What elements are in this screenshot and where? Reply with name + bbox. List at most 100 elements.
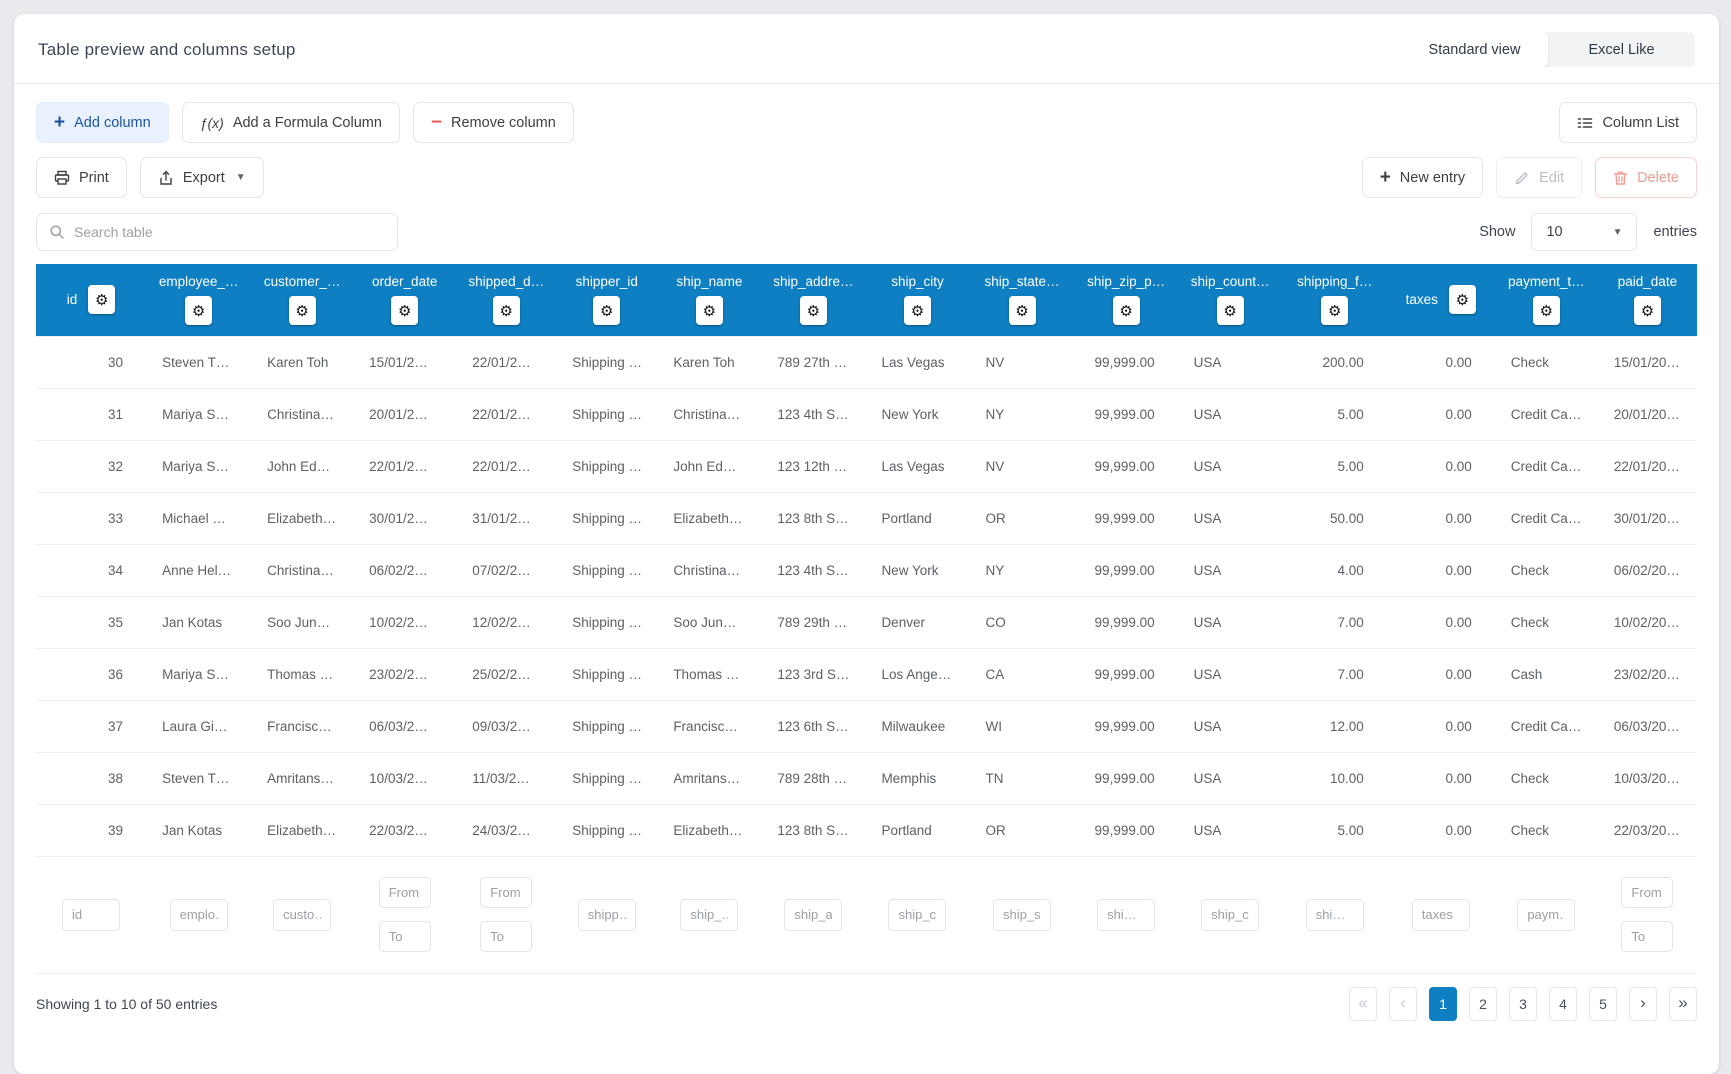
filter-input-shipper_id[interactable] xyxy=(578,899,636,931)
cell-ship_city: Milwaukee xyxy=(865,700,969,752)
filter-from-input-shipped_date[interactable] xyxy=(480,877,532,908)
filter-input-ship_name[interactable] xyxy=(680,899,738,931)
table-row[interactable]: 32Mariya S…John Ed…22/01/2…22/01/2…Shipp… xyxy=(36,440,1697,492)
previous-page-button[interactable]: ‹ xyxy=(1389,987,1417,1021)
cell-ship_address: 123 6th S… xyxy=(761,700,865,752)
view-mode-toggle: Standard view Excel Like xyxy=(1401,32,1695,67)
table-row[interactable]: 35Jan KotasSoo Jun…10/02/2…12/02/2…Shipp… xyxy=(36,596,1697,648)
filter-to-input-shipped_date[interactable] xyxy=(480,921,532,952)
cell-ship_state: NV xyxy=(970,336,1075,388)
table-row[interactable]: 37Laura Gi…Francisc…06/03/2…09/03/2…Ship… xyxy=(36,700,1697,752)
column-settings-gear-icon[interactable]: ⚙ xyxy=(1217,296,1244,325)
new-entry-button[interactable]: + New entry xyxy=(1362,157,1483,198)
search-input[interactable] xyxy=(74,224,385,240)
table-row[interactable]: 38Steven T…Amritans…10/03/2…11/03/2…Ship… xyxy=(36,752,1697,804)
page-4-button[interactable]: 4 xyxy=(1549,987,1577,1021)
column-settings-gear-icon[interactable]: ⚙ xyxy=(1533,296,1560,325)
cell-payment_type: Check xyxy=(1495,596,1598,648)
column-filter-row xyxy=(36,856,1697,973)
delete-button[interactable]: Delete xyxy=(1595,157,1697,198)
filter-input-employee[interactable] xyxy=(170,899,228,931)
filter-input-id[interactable] xyxy=(62,899,120,931)
column-settings-gear-icon[interactable]: ⚙ xyxy=(904,296,931,325)
cell-ship_zip: 99,999.00 xyxy=(1075,544,1178,596)
column-settings-gear-icon[interactable]: ⚙ xyxy=(88,285,115,314)
filter-input-customer[interactable] xyxy=(273,899,331,931)
table-row[interactable]: 30Steven T…Karen Toh15/01/2…22/01/2…Ship… xyxy=(36,336,1697,388)
table-row[interactable]: 36Mariya S…Thomas …23/02/2…25/02/2…Shipp… xyxy=(36,648,1697,700)
column-settings-gear-icon[interactable]: ⚙ xyxy=(800,296,827,325)
page-5-button[interactable]: 5 xyxy=(1589,987,1617,1021)
column-settings-gear-icon[interactable]: ⚙ xyxy=(289,296,316,325)
edit-button[interactable]: Edit xyxy=(1496,157,1582,198)
table-row[interactable]: 39Jan KotasElizabeth…22/03/2…24/03/2…Shi… xyxy=(36,804,1697,856)
cell-taxes: 0.00 xyxy=(1387,752,1495,804)
cell-taxes: 0.00 xyxy=(1387,804,1495,856)
filter-input-ship_state[interactable] xyxy=(993,899,1051,931)
filter-from-input-order_date[interactable] xyxy=(379,877,431,908)
column-settings-gear-icon[interactable]: ⚙ xyxy=(1113,296,1140,325)
cell-shipped_date: 31/01/2… xyxy=(456,492,556,544)
filter-input-ship_zip[interactable] xyxy=(1097,899,1155,931)
cell-ship_zip: 99,999.00 xyxy=(1075,648,1178,700)
column-settings-gear-icon[interactable]: ⚙ xyxy=(696,296,723,325)
column-list-button[interactable]: Column List xyxy=(1559,102,1697,143)
column-settings-gear-icon[interactable]: ⚙ xyxy=(493,296,520,325)
cell-payment_type: Check xyxy=(1495,752,1598,804)
remove-column-button[interactable]: − Remove column xyxy=(413,102,574,143)
add-formula-column-button[interactable]: ƒ(x) Add a Formula Column xyxy=(182,102,400,143)
cell-ship_name: Soo Jun… xyxy=(657,596,761,648)
filter-cell-ship_zip xyxy=(1075,856,1178,973)
page-size-select[interactable]: 10 ▼ xyxy=(1531,213,1637,251)
plus-icon: + xyxy=(1380,168,1391,187)
column-settings-gear-icon[interactable]: ⚙ xyxy=(593,296,620,325)
add-column-button[interactable]: + Add column xyxy=(36,102,169,143)
cell-taxes: 0.00 xyxy=(1387,440,1495,492)
filter-input-ship_city[interactable] xyxy=(888,899,946,931)
cell-employee: Mariya S… xyxy=(146,648,251,700)
page-1-button[interactable]: 1 xyxy=(1429,987,1457,1021)
column-settings-gear-icon[interactable]: ⚙ xyxy=(1321,296,1348,325)
page-2-button[interactable]: 2 xyxy=(1469,987,1497,1021)
column-settings-gear-icon[interactable]: ⚙ xyxy=(391,296,418,325)
filter-from-input-paid_date[interactable] xyxy=(1621,877,1673,908)
remove-column-label: Remove column xyxy=(451,115,556,131)
filter-to-input-paid_date[interactable] xyxy=(1621,921,1673,952)
entries-summary: Showing 1 to 10 of 50 entries xyxy=(36,996,217,1012)
cell-ship_country: USA xyxy=(1178,804,1283,856)
cell-payment_type: Credit Ca… xyxy=(1495,492,1598,544)
formula-icon: ƒ(x) xyxy=(200,115,224,131)
table-row[interactable]: 34Anne Hel…Christina…06/02/2…07/02/2…Shi… xyxy=(36,544,1697,596)
print-button[interactable]: Print xyxy=(36,157,127,198)
page-size-value: 10 xyxy=(1546,224,1562,240)
card-header: Table preview and columns setup Standard… xyxy=(14,14,1719,83)
filter-input-taxes[interactable] xyxy=(1412,899,1470,931)
cell-ship_country: USA xyxy=(1178,700,1283,752)
cell-employee: Michael … xyxy=(146,492,251,544)
filter-input-ship_country[interactable] xyxy=(1201,899,1259,931)
print-label: Print xyxy=(79,170,109,186)
column-settings-gear-icon[interactable]: ⚙ xyxy=(1449,285,1476,314)
page-3-button[interactable]: 3 xyxy=(1509,987,1537,1021)
export-button[interactable]: Export ▼ xyxy=(140,157,264,198)
cell-shipper_id: Shipping … xyxy=(556,440,657,492)
column-settings-gear-icon[interactable]: ⚙ xyxy=(1009,296,1036,325)
filter-input-shipping_fee[interactable] xyxy=(1306,899,1364,931)
filter-input-payment_type[interactable] xyxy=(1517,899,1575,931)
filter-to-input-order_date[interactable] xyxy=(379,921,431,952)
next-page-button[interactable]: › xyxy=(1629,987,1657,1021)
tab-excel-like[interactable]: Excel Like xyxy=(1548,32,1695,67)
tab-standard-view[interactable]: Standard view xyxy=(1401,32,1548,67)
column-settings-gear-icon[interactable]: ⚙ xyxy=(185,296,212,325)
last-page-button[interactable]: » xyxy=(1669,987,1697,1021)
filter-input-ship_address[interactable] xyxy=(784,899,842,931)
column-settings-gear-icon[interactable]: ⚙ xyxy=(1634,296,1661,325)
column-header-ship_address: ship_addre…⚙ xyxy=(761,264,865,336)
cell-ship_country: USA xyxy=(1178,440,1283,492)
table-row[interactable]: 31Mariya S…Christina…20/01/2…22/01/2…Shi… xyxy=(36,388,1697,440)
cell-ship_state: NY xyxy=(970,388,1075,440)
cell-ship_address: 789 28th … xyxy=(761,752,865,804)
cell-shipper_id: Shipping … xyxy=(556,752,657,804)
first-page-button[interactable]: « xyxy=(1349,987,1377,1021)
table-row[interactable]: 33Michael …Elizabeth…30/01/2…31/01/2…Shi… xyxy=(36,492,1697,544)
